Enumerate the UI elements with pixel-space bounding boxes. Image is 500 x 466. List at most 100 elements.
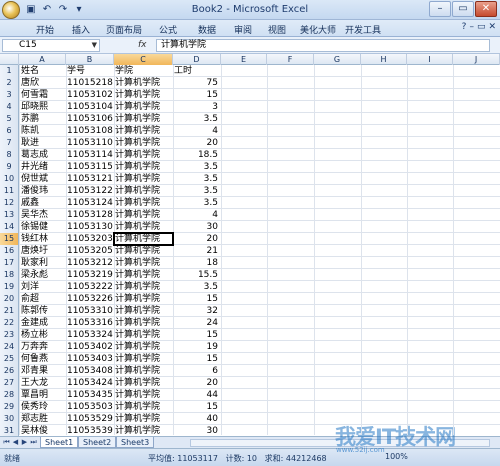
name-box[interactable]: C15 ▼ (2, 39, 100, 52)
cell-name[interactable]: 唐欣 (21, 77, 66, 89)
cell-student-id[interactable]: 11053222 (67, 281, 114, 293)
cell-hours[interactable]: 32 (174, 305, 218, 317)
select-all-corner[interactable] (0, 54, 19, 65)
cell-student-id[interactable]: 11053104 (67, 101, 114, 113)
cell-hours[interactable]: 75 (174, 77, 218, 89)
cell-student-id[interactable]: 11015218 (67, 77, 114, 89)
row-header[interactable]: 7 (0, 137, 19, 149)
cell-hours[interactable]: 3.5 (174, 113, 218, 125)
row-header[interactable]: 25 (0, 353, 19, 365)
sheet-tab-sheet1[interactable]: Sheet1 (40, 437, 79, 448)
sheet-tab-sheet2[interactable]: Sheet2 (78, 437, 117, 448)
cell-student-id[interactable]: 11053115 (67, 161, 114, 173)
cell-name[interactable]: 郑志胜 (21, 413, 66, 425)
cell-hours[interactable]: 20 (174, 233, 218, 245)
cell-college[interactable]: 计算机学院 (115, 77, 173, 89)
cell-hours[interactable]: 4 (174, 209, 218, 221)
cell-hours[interactable]: 44 (174, 389, 218, 401)
cell-name[interactable]: 耿家利 (21, 257, 66, 269)
cell-student-id[interactable]: 11053130 (67, 221, 114, 233)
cell-hours[interactable]: 15 (174, 329, 218, 341)
cell-name[interactable]: 戚鑫 (21, 197, 66, 209)
cell-college[interactable]: 计算机学院 (115, 173, 173, 185)
cell-student-id[interactable]: 11053226 (67, 293, 114, 305)
cell-name[interactable]: 苏鹏 (21, 113, 66, 125)
row-header[interactable]: 23 (0, 329, 19, 341)
cell-hours[interactable]: 15 (174, 293, 218, 305)
cell-student-id[interactable]: 11053124 (67, 197, 114, 209)
cell-college[interactable]: 计算机学院 (115, 125, 173, 137)
cell-student-id[interactable]: 11053108 (67, 125, 114, 137)
cell-name[interactable]: 耿进 (21, 137, 66, 149)
row-header[interactable]: 4 (0, 101, 19, 113)
tab-beautify-master[interactable]: 美化大师 (300, 23, 336, 36)
close-button[interactable]: ✕ (475, 1, 497, 17)
column-header-g[interactable]: G (314, 54, 361, 65)
cell-name[interactable]: 王大龙 (21, 377, 66, 389)
cell-hours[interactable]: 15 (174, 89, 218, 101)
row-header[interactable]: 11 (0, 185, 19, 197)
cell-student-id[interactable]: 11053106 (67, 113, 114, 125)
workbook-close-icon[interactable]: ✕ (488, 22, 496, 32)
cell-student-id[interactable]: 11053212 (67, 257, 114, 269)
cell-name[interactable]: 覃昌明 (21, 389, 66, 401)
cell-student-id[interactable]: 11053316 (67, 317, 114, 329)
cell-college[interactable]: 计算机学院 (115, 401, 173, 413)
cell-student-id[interactable]: 11053403 (67, 353, 114, 365)
cell-college[interactable]: 计算机学院 (115, 245, 173, 257)
row-header[interactable]: 18 (0, 269, 19, 281)
cell-name[interactable]: 金建成 (21, 317, 66, 329)
row-header[interactable]: 22 (0, 317, 19, 329)
minimize-button[interactable]: – (429, 1, 451, 17)
cell-name[interactable]: 吴华杰 (21, 209, 66, 221)
cell-hours[interactable]: 3 (174, 101, 218, 113)
row-header[interactable]: 8 (0, 149, 19, 161)
help-icon[interactable]: ? (462, 22, 467, 32)
row-header[interactable]: 15 (0, 233, 19, 245)
formula-input[interactable]: 计算机学院 (156, 39, 490, 52)
column-header-c[interactable]: C (114, 54, 173, 65)
row-header[interactable]: 19 (0, 281, 19, 293)
cell-college[interactable]: 计算机学院 (115, 161, 173, 173)
cell-college[interactable]: 计算机学院 (115, 209, 173, 221)
cell-hours[interactable]: 24 (174, 317, 218, 329)
cell-student-id[interactable]: 11053310 (67, 305, 114, 317)
cell-college[interactable]: 计算机学院 (115, 101, 173, 113)
cell-student-id[interactable]: 11053122 (67, 185, 114, 197)
cell-college[interactable]: 计算机学院 (115, 269, 173, 281)
row-header[interactable]: 3 (0, 89, 19, 101)
maximize-button[interactable]: ▭ (452, 1, 474, 17)
cell-name[interactable]: 陈凯 (21, 125, 66, 137)
cell-hours[interactable]: 3.5 (174, 197, 218, 209)
column-header-b[interactable]: B (66, 54, 114, 65)
cell-student-id[interactable]: 11053529 (67, 413, 114, 425)
cell-student-id[interactable]: 11053324 (67, 329, 114, 341)
cell-college[interactable]: 计算机学院 (115, 329, 173, 341)
cell-name[interactable]: 唐焕圩 (21, 245, 66, 257)
cell-name[interactable]: 潘俊玮 (21, 185, 66, 197)
cell-college[interactable]: 计算机学院 (115, 317, 173, 329)
cell-college[interactable]: 计算机学院 (115, 353, 173, 365)
cell-hours[interactable]: 4 (174, 125, 218, 137)
cell-name[interactable]: 姓名 (21, 65, 66, 77)
cell-name[interactable]: 侯秀玲 (21, 401, 66, 413)
row-header[interactable]: 26 (0, 365, 19, 377)
cell-name[interactable]: 钱红林 (21, 233, 66, 245)
cell-hours[interactable]: 15 (174, 401, 218, 413)
cell-hours[interactable]: 19 (174, 341, 218, 353)
cell-student-id[interactable]: 11053435 (67, 389, 114, 401)
cell-name[interactable]: 倪世斌 (21, 173, 66, 185)
cell-college[interactable]: 计算机学院 (115, 137, 173, 149)
cell-student-id[interactable]: 11053128 (67, 209, 114, 221)
tab-page-layout[interactable]: 页面布局 (106, 23, 142, 36)
cell-name[interactable]: 葛志成 (21, 149, 66, 161)
column-header-j[interactable]: J (453, 54, 500, 65)
cell-student-id[interactable]: 11053114 (67, 149, 114, 161)
cell-hours[interactable]: 18.5 (174, 149, 218, 161)
cell-college[interactable]: 计算机学院 (115, 113, 173, 125)
cell-college[interactable]: 计算机学院 (115, 281, 173, 293)
row-header[interactable]: 27 (0, 377, 19, 389)
cell-hours[interactable]: 40 (174, 413, 218, 425)
cell-college[interactable]: 计算机学院 (115, 305, 173, 317)
cell-college[interactable]: 计算机学院 (115, 389, 173, 401)
